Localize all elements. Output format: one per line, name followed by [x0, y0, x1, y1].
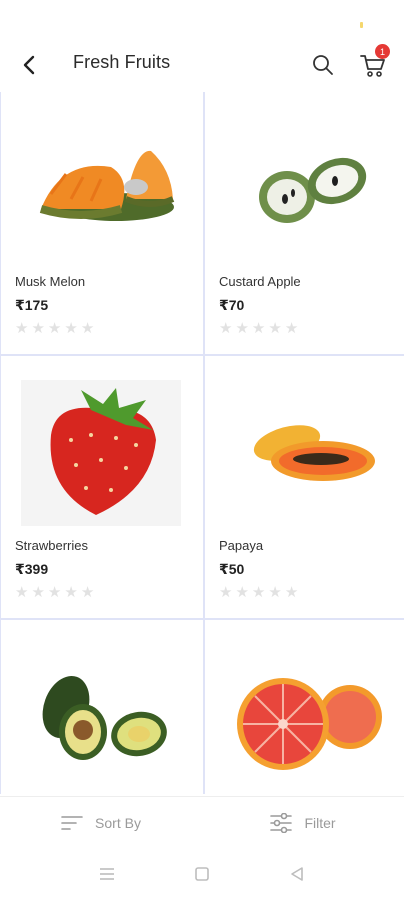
star-icon: ★: [64, 584, 78, 601]
back-triangle-icon: [290, 867, 303, 881]
product-card[interactable]: [1, 620, 203, 794]
star-icon: ★: [235, 320, 249, 337]
strawberry-image: [19, 378, 183, 528]
star-icon: ★: [80, 320, 95, 337]
star-icon: ★: [15, 584, 29, 601]
star-icon: ★: [251, 584, 266, 601]
rating-stars: ★ ★ ★ ★ ★: [219, 321, 298, 337]
product-price: ₹50: [219, 561, 245, 577]
sort-filter-bar: Sort By Filter: [0, 796, 404, 848]
product-name: Musk Melon: [15, 274, 86, 289]
star-icon: ★: [284, 320, 299, 337]
recent-apps-button[interactable]: [92, 859, 122, 889]
sort-label: Sort By: [95, 815, 141, 831]
status-bar: [0, 0, 404, 36]
star-icon: ★: [219, 320, 233, 337]
product-price: ₹175: [15, 297, 49, 313]
back-arrow-icon: [23, 55, 35, 75]
product-name: Strawberries: [15, 538, 88, 553]
product-grid: Musk Melon ₹175 ★ ★ ★ ★ ★ Custard Apple ₹70 …: [0, 92, 404, 794]
product-price: ₹399: [15, 561, 49, 577]
star-icon: ★: [268, 320, 282, 337]
grapefruit-image: [223, 642, 387, 792]
sort-button[interactable]: Sort By: [0, 797, 202, 849]
product-card[interactable]: Musk Melon ₹175 ★ ★ ★ ★ ★: [1, 92, 203, 354]
status-indicator: [360, 22, 363, 28]
star-icon: ★: [268, 584, 282, 601]
system-nav-bar: [0, 848, 404, 900]
star-icon: ★: [284, 584, 299, 601]
cart-count-badge: 1: [375, 44, 390, 59]
star-icon: ★: [47, 584, 62, 601]
product-card[interactable]: Strawberries ₹399 ★ ★ ★ ★ ★: [1, 356, 203, 618]
product-card[interactable]: [205, 620, 404, 794]
menu-icon: [100, 868, 115, 880]
product-name: Papaya: [219, 538, 264, 553]
cart-button[interactable]: 1: [358, 44, 392, 82]
star-icon: ★: [251, 320, 266, 337]
star-icon: ★: [235, 584, 249, 601]
star-icon: ★: [64, 320, 78, 337]
custard-apple-image: [223, 114, 387, 264]
back-button[interactable]: [14, 50, 44, 80]
app-bar: Fresh Fruits 1: [0, 36, 404, 92]
star-icon: ★: [47, 320, 62, 337]
rating-stars: ★ ★ ★ ★ ★: [15, 585, 94, 601]
filter-button[interactable]: Filter: [202, 797, 404, 849]
home-button[interactable]: [187, 859, 217, 889]
page-title: Fresh Fruits: [73, 52, 171, 72]
filter-label: Filter: [304, 815, 336, 831]
search-button[interactable]: [308, 50, 338, 80]
star-icon: ★: [219, 584, 233, 601]
star-icon: ★: [80, 584, 95, 601]
star-icon: ★: [31, 584, 45, 601]
product-name: Custard Apple: [219, 274, 301, 289]
system-back-button[interactable]: [282, 859, 312, 889]
star-icon: ★: [31, 320, 45, 337]
avocado-image: [19, 642, 183, 792]
filter-icon: [270, 813, 293, 833]
star-icon: ★: [15, 320, 29, 337]
sort-icon: [61, 816, 83, 830]
home-square-icon: [195, 867, 209, 881]
product-card[interactable]: Custard Apple ₹70 ★ ★ ★ ★ ★: [205, 92, 404, 354]
search-icon: [313, 55, 333, 75]
rating-stars: ★ ★ ★ ★ ★: [15, 321, 94, 337]
product-price: ₹70: [219, 297, 245, 313]
papaya-image: [223, 378, 387, 528]
musk-melon-image: [19, 114, 183, 264]
product-card[interactable]: Papaya ₹50 ★ ★ ★ ★ ★: [205, 356, 404, 618]
rating-stars: ★ ★ ★ ★ ★: [219, 585, 298, 601]
